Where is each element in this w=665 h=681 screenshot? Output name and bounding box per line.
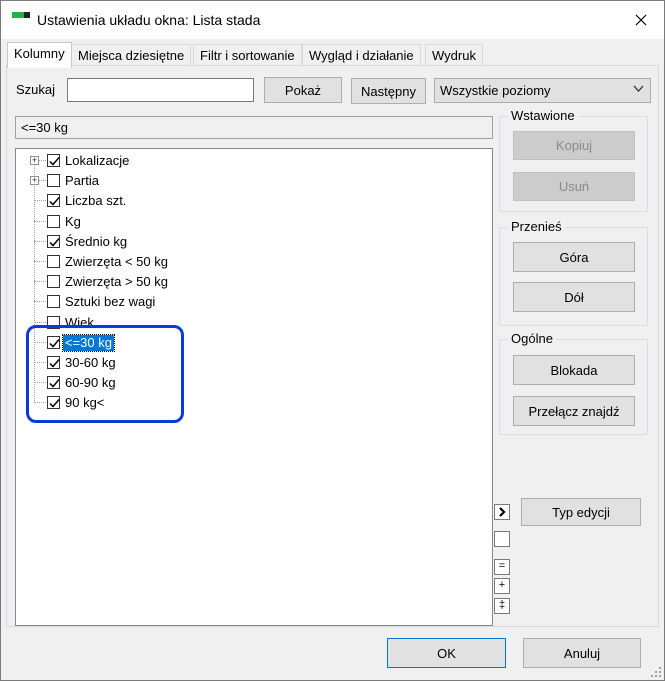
selected-column-display: <=30 kg [15, 116, 493, 139]
tree-row[interactable]: Średnio kg [16, 232, 486, 252]
cancel-button[interactable]: Anuluj [523, 638, 641, 668]
tree-checkbox[interactable] [47, 154, 60, 167]
group-general-title: Ogólne [508, 331, 556, 346]
tree-item-label: Sztuki bez wagi [65, 294, 156, 310]
tree-connector [34, 240, 46, 242]
checkmark-icon [49, 157, 60, 166]
dialog-window: Ustawienia układu okna: Lista stada Kolu… [0, 0, 665, 681]
tree-checkbox[interactable] [47, 234, 60, 248]
equals-button[interactable]: = [494, 559, 510, 575]
tree-connector [34, 220, 46, 222]
close-icon [635, 14, 647, 26]
tree-checkbox[interactable] [47, 214, 60, 228]
tree-row[interactable]: Zwierzęta < 50 kg [16, 252, 486, 272]
tab-kolumny[interactable]: Kolumny [7, 42, 72, 68]
tree-item-label: Zwierzęta < 50 kg [65, 254, 168, 269]
dagger-button[interactable]: ‡ [494, 598, 510, 614]
columns-tab-panel: Szukaj Pokaż Następny Wszystkie poziomy … [6, 65, 659, 627]
tree-connector [34, 301, 46, 303]
tree-row[interactable]: Sztuki bez wagi [16, 292, 486, 312]
group-general: Ogólne Blokada Przełącz znajdź [499, 331, 648, 435]
tree-checkbox[interactable] [47, 174, 60, 188]
tree-checkbox[interactable] [47, 255, 60, 268]
title-bar: Ustawienia układu okna: Lista stada [1, 1, 664, 39]
level-select-value: Wszystkie poziomy [440, 83, 551, 98]
tab-filtr-i-sortowanie[interactable]: Filtr i sortowanie [193, 44, 302, 66]
expand-icon[interactable]: + [30, 156, 39, 165]
tab-miejsca-dziesietne[interactable]: Miejsca dziesiętne [71, 44, 192, 66]
highlight-annotation [26, 325, 184, 423]
chevron-right-icon [499, 507, 506, 517]
tree-row[interactable]: Liczba szt. [16, 191, 486, 211]
edit-type-button[interactable]: Typ edycji [521, 498, 641, 526]
tree-item-label: Kg [65, 213, 81, 229]
checkmark-icon [49, 237, 60, 247]
tree-connector [34, 261, 46, 262]
search-input[interactable] [67, 78, 254, 102]
plus-button[interactable]: + [494, 578, 510, 594]
tree-item-label: Zwierzęta > 50 kg [65, 274, 168, 290]
tree-row[interactable]: + Lokalizacje [16, 151, 486, 171]
copy-button[interactable]: Kopiuj [513, 131, 635, 160]
expand-icon[interactable]: + [30, 176, 39, 186]
search-label: Szukaj [16, 82, 56, 97]
level-select[interactable]: Wszystkie poziomy [434, 78, 651, 103]
app-icon [12, 12, 30, 26]
tree-row[interactable]: Zwierzęta > 50 kg [16, 272, 486, 292]
group-move-title: Przenieś [508, 219, 565, 234]
tree-item-label: Liczba szt. [65, 193, 127, 209]
expand-arrow-button[interactable] [494, 504, 510, 520]
resize-grip-icon[interactable] [651, 667, 661, 677]
group-move: Przenieś Góra Dół [499, 219, 648, 326]
tree-item-label: Partia [65, 173, 99, 189]
toggle-checkbox-button[interactable] [494, 531, 510, 547]
tree-connector [34, 200, 46, 202]
group-inserted-title: Wstawione [508, 108, 578, 123]
tree-row[interactable]: Kg [16, 212, 486, 232]
move-down-button[interactable]: Dół [513, 282, 635, 312]
tree-checkbox[interactable] [47, 275, 60, 289]
next-button[interactable]: Następny [351, 78, 426, 104]
tree-connector [34, 281, 46, 283]
tree-row[interactable]: + Partia [16, 171, 486, 191]
tab-wydruk[interactable]: Wydruk [425, 44, 483, 66]
tree-checkbox[interactable] [47, 295, 60, 309]
move-up-button[interactable]: Góra [513, 242, 635, 272]
tree-item-label: Średnio kg [65, 233, 128, 249]
chevron-down-icon [633, 85, 644, 92]
tab-wyglad-i-dzialanie[interactable]: Wygląd i działanie [302, 44, 421, 66]
delete-button[interactable]: Usuń [513, 172, 635, 201]
lock-button[interactable]: Blokada [513, 355, 635, 385]
window-title: Ustawienia układu okna: Lista stada [37, 12, 261, 28]
tree-checkbox[interactable] [47, 194, 60, 208]
tree-connector [34, 321, 46, 323]
ok-button[interactable]: OK [387, 638, 506, 668]
tree-item-label: Lokalizacje [65, 153, 130, 168]
toggle-find-button[interactable]: Przełącz znajdź [513, 396, 635, 426]
group-inserted: Wstawione Kopiuj Usuń [499, 108, 648, 212]
checkmark-icon [49, 197, 60, 206]
close-button[interactable] [626, 7, 656, 33]
show-button[interactable]: Pokaż [264, 77, 342, 103]
